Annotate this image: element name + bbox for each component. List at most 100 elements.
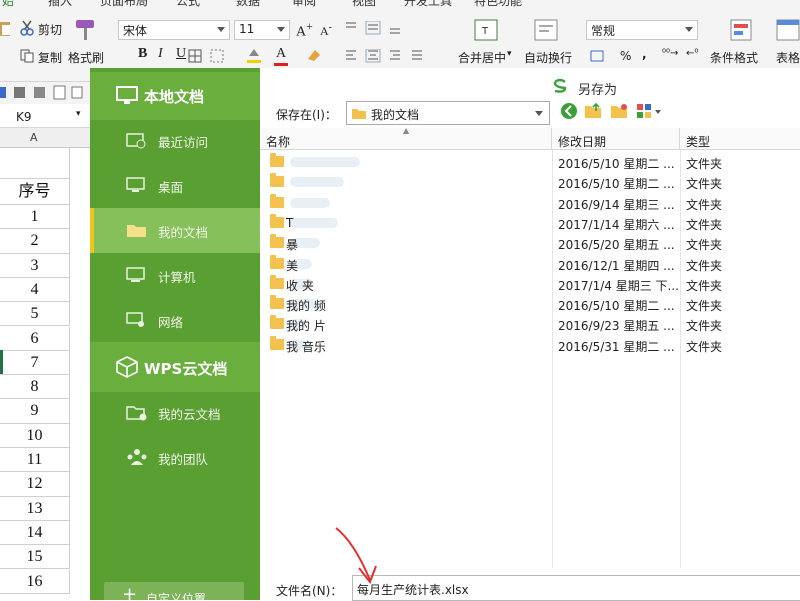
tab-developer[interactable]: 开发工具 (404, 0, 452, 9)
new-folder-icon[interactable] (610, 102, 628, 120)
number-format-select[interactable]: 常规 (586, 20, 698, 40)
bold-button[interactable]: B (138, 46, 147, 62)
fill-color-icon[interactable] (246, 46, 262, 64)
file-row[interactable]: 2016/5/10 星期二 ... 文件夹 (260, 172, 800, 192)
table-style-button[interactable]: 表格 (776, 49, 800, 66)
row-number-cell[interactable]: 11 (0, 448, 70, 473)
up-folder-icon[interactable] (584, 102, 602, 120)
format-painter-button[interactable]: 格式刷 (68, 49, 104, 66)
row-number-cell[interactable]: 1 (0, 205, 70, 230)
format-painter-icon[interactable] (72, 18, 98, 44)
sheet-grid[interactable]: 序号 1 2 3 4 5 6 7 8 9 10 11 12 13 14 15 16 (0, 148, 90, 600)
name-box[interactable]: K9 ▾ (0, 106, 90, 128)
row-number-cell[interactable]: 14 (0, 520, 70, 546)
table-style-icon[interactable] (776, 19, 800, 43)
column-header-date[interactable]: 修改日期 (552, 128, 680, 150)
file-row[interactable]: 美 2016/12/1 星期四 ... 文件夹 (260, 254, 800, 274)
view-menu-icon[interactable] (636, 102, 664, 120)
vertical-align-icons[interactable] (346, 21, 406, 35)
monitor-icon (116, 86, 138, 104)
currency-icon[interactable] (590, 48, 606, 64)
name-box-dropdown-icon[interactable]: ▾ (76, 109, 81, 119)
add-custom-location-button[interactable]: + 自定义位置 (104, 582, 244, 600)
tab-data[interactable]: 数据 (236, 0, 260, 9)
tab-view[interactable]: 视图 (352, 0, 376, 9)
font-color-button[interactable]: A (276, 46, 286, 62)
sidebar-item-desktop[interactable]: 桌面 (90, 163, 260, 208)
border-icon[interactable] (188, 49, 202, 63)
font-name-select[interactable]: 宋体 (118, 20, 230, 40)
decrease-decimal-icon[interactable]: ←⁰ (686, 48, 698, 59)
column-header[interactable]: A (0, 128, 90, 148)
merge-center-icon[interactable]: T (474, 19, 498, 43)
file-row[interactable]: 2016/9/14 星期三 ... 文件夹 (260, 193, 800, 213)
file-row[interactable]: 暴 2016/5/20 星期五 ... 文件夹 (260, 233, 800, 253)
row-number-cell[interactable]: 2 (0, 229, 70, 254)
back-icon[interactable] (560, 102, 578, 120)
cut-button[interactable]: 剪切 (38, 21, 62, 38)
sidebar-item-network[interactable]: 网络 (90, 298, 260, 343)
row-number-cell[interactable]: 8 (0, 375, 70, 400)
row-number-cell[interactable]: 4 (0, 277, 70, 303)
tab-formula[interactable]: 公式 (176, 0, 200, 9)
row-number-cell[interactable]: 3 (0, 253, 70, 278)
row-number-cell[interactable]: 15 (0, 545, 70, 570)
file-row[interactable]: 收 夹 2017/1/4 星期三 下... 文件夹 (260, 274, 800, 294)
conditional-format-icon[interactable] (730, 19, 754, 43)
row-number-cell[interactable]: 5 (0, 302, 70, 327)
cell-border-icon[interactable] (210, 49, 224, 63)
underline-button[interactable]: U (176, 46, 186, 62)
row-number-cell[interactable]: 6 (0, 326, 70, 351)
merge-center-button[interactable]: 合并居中 (458, 49, 506, 66)
file-row[interactable]: T 2017/1/14 星期六 ... 文件夹 (260, 213, 800, 233)
sidebar-item-label: 我的文档 (158, 225, 209, 240)
file-row[interactable]: 我的 片 2016/9/23 星期五 ... 文件夹 (260, 314, 800, 334)
file-row[interactable]: 2016/5/10 星期二 ... 文件夹 (260, 152, 800, 172)
sidebar-item-my-cloud-docs[interactable]: 我的云文档 (90, 390, 260, 435)
filename-input[interactable]: 每月生产统计表.xlsx (352, 575, 800, 601)
copy-icon[interactable] (20, 49, 34, 63)
column-header-type[interactable]: 类型 (680, 128, 800, 150)
row-number-cell[interactable]: 16 (0, 569, 70, 594)
italic-button[interactable]: I (158, 46, 163, 62)
row-number-cell[interactable]: 12 (0, 472, 70, 497)
row-number-cell[interactable]: 13 (0, 496, 70, 521)
sidebar-item-computer[interactable]: 计算机 (90, 253, 260, 298)
scissors-icon[interactable] (20, 20, 34, 36)
row-number-cell[interactable]: 10 (0, 423, 70, 448)
tab-insert[interactable]: 插入 (48, 0, 72, 9)
sidebar-item-my-documents[interactable]: 我的文档 (90, 208, 260, 253)
increase-decimal-icon[interactable]: ⁰⁰→ (662, 48, 678, 59)
conditional-format-button[interactable]: 条件格式 (710, 49, 758, 66)
sidebar-item-my-team[interactable]: 我的团队 (90, 435, 260, 480)
empty-cell[interactable] (0, 148, 70, 179)
file-type: 文件夹 (686, 238, 723, 253)
row-number-cell[interactable]: 7 (0, 350, 70, 376)
file-row[interactable]: 我 音乐 2016/5/31 星期二 ... 文件夹 (260, 335, 800, 355)
horizontal-align-icons[interactable] (346, 49, 430, 63)
header-cell[interactable]: 序号 (0, 179, 70, 205)
decrease-font-icon[interactable]: A- (320, 22, 332, 39)
increase-font-icon[interactable]: A+ (296, 20, 313, 41)
sidebar-item-recent[interactable]: 最近访问 (90, 118, 260, 163)
tab-review[interactable]: 审阅 (292, 0, 316, 9)
copy-button[interactable]: 复制 (38, 49, 62, 66)
thousands-icon[interactable]: , (642, 47, 647, 61)
tab-page-layout[interactable]: 页面布局 (100, 0, 148, 9)
wps-cloud-header[interactable]: WPS云文档 (90, 342, 260, 392)
wrap-text-icon[interactable] (534, 19, 558, 43)
row-number-cell[interactable]: 9 (0, 399, 70, 424)
file-type: 文件夹 (686, 319, 723, 334)
paste-icon[interactable] (0, 20, 12, 38)
local-docs-header[interactable]: 本地文档 (90, 72, 260, 120)
clear-format-icon[interactable] (306, 47, 322, 63)
wrap-text-button[interactable]: 自动换行 (524, 49, 572, 66)
tab-home[interactable]: 始 (2, 0, 14, 9)
tab-features[interactable]: 特色功能 (474, 0, 522, 9)
percent-button[interactable]: % (620, 49, 631, 63)
save-in-select[interactable]: 我的文档 (346, 101, 550, 125)
quick-access-icons[interactable] (0, 85, 86, 101)
merge-dropdown-icon[interactable]: ▾ (507, 49, 512, 59)
file-row[interactable]: 我的 频 2016/5/10 星期二 ... 文件夹 (260, 294, 800, 314)
font-size-select[interactable]: 11 (234, 20, 290, 40)
